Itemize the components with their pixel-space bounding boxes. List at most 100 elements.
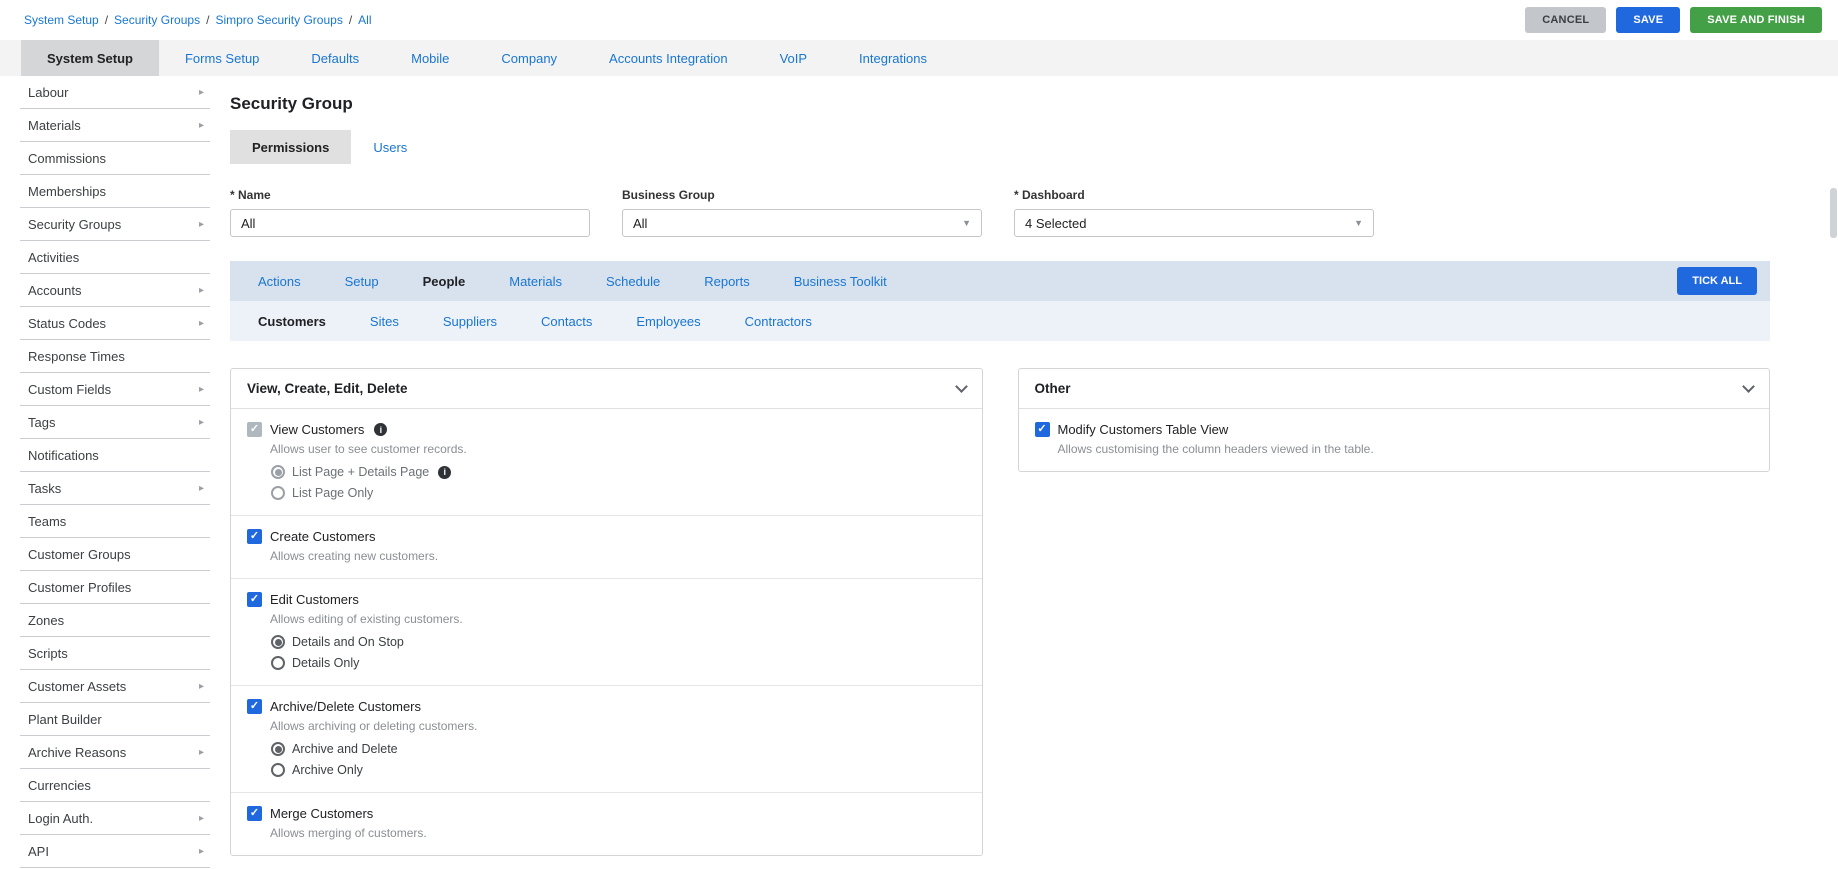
tab-schedule[interactable]: Schedule (584, 261, 682, 301)
sidebar-item-customer-assets[interactable]: Customer Assets ▸ (20, 670, 210, 703)
cancel-button[interactable]: CANCEL (1525, 7, 1606, 33)
tab-users[interactable]: Users (351, 130, 429, 164)
info-icon[interactable]: i (374, 423, 387, 436)
save-button[interactable]: SAVE (1616, 7, 1680, 33)
radio-label: List Page + Details Page (292, 465, 429, 479)
dashboard-select[interactable]: 4 Selected ▼ (1014, 209, 1374, 237)
business-group-selected-value: All (633, 216, 647, 231)
top-header: System Setup / Security Groups / Simpro … (0, 0, 1838, 40)
tick-all-button[interactable]: TICK ALL (1677, 267, 1757, 295)
sidebar-item-status-codes[interactable]: Status Codes ▸ (20, 307, 210, 340)
sidebar-item-login-auth[interactable]: Login Auth. ▸ (20, 802, 210, 835)
sidebar-item-archive-reasons[interactable]: Archive Reasons ▸ (20, 736, 210, 769)
chevron-right-icon: ▸ (199, 120, 204, 131)
breadcrumb-link-security-groups[interactable]: Security Groups (114, 13, 200, 27)
checkbox-merge-customers[interactable] (247, 806, 262, 821)
archive-delete-options: Archive and Delete Archive Only (271, 742, 966, 777)
sidebar-item-security-groups[interactable]: Security Groups ▸ (20, 208, 210, 241)
radio-archive-only[interactable] (271, 763, 285, 777)
sidebar-item-label: Plant Builder (28, 712, 102, 727)
checkbox-create-customers[interactable] (247, 529, 262, 544)
breadcrumb-link-simpro-security-groups[interactable]: Simpro Security Groups (215, 13, 342, 27)
chevron-right-icon: ▸ (199, 483, 204, 494)
tab-reports[interactable]: Reports (682, 261, 772, 301)
sidebar-item-label: Currencies (28, 778, 91, 793)
radio-label: Details and On Stop (292, 635, 404, 649)
tab-integrations[interactable]: Integrations (833, 40, 953, 76)
permission-item-merge-customers: Merge Customers Allows merging of custom… (231, 793, 982, 855)
tab-defaults[interactable]: Defaults (285, 40, 385, 76)
tab-contractors[interactable]: Contractors (723, 301, 834, 341)
sidebar-item-notifications[interactable]: Notifications (20, 439, 210, 472)
sidebar-item-activities[interactable]: Activities (20, 241, 210, 274)
tab-suppliers[interactable]: Suppliers (421, 301, 519, 341)
radio-list-page-only[interactable] (271, 486, 285, 500)
business-group-select[interactable]: All ▼ (622, 209, 982, 237)
breadcrumb: System Setup / Security Groups / Simpro … (24, 13, 372, 27)
tab-sites[interactable]: Sites (348, 301, 421, 341)
sidebar-item-api[interactable]: API ▸ (20, 835, 210, 868)
radio-label: Details Only (292, 656, 359, 670)
panel-header-other[interactable]: Other (1019, 369, 1770, 409)
tab-materials[interactable]: Materials (487, 261, 584, 301)
sidebar-item-tags[interactable]: Tags ▸ (20, 406, 210, 439)
checkbox-edit-customers[interactable] (247, 592, 262, 607)
chevron-down-icon (1742, 380, 1755, 393)
tab-company[interactable]: Company (475, 40, 583, 76)
permission-description: Allows user to see customer records. (270, 442, 966, 456)
tab-contacts[interactable]: Contacts (519, 301, 614, 341)
sidebar-item-customer-profiles[interactable]: Customer Profiles (20, 571, 210, 604)
sidebar-item-label: Customer Assets (28, 679, 126, 694)
sidebar-item-teams[interactable]: Teams (20, 505, 210, 538)
sidebar-item-label: Labour (28, 85, 68, 100)
sidebar-item-accounts[interactable]: Accounts ▸ (20, 274, 210, 307)
sidebar-item-materials[interactable]: Materials ▸ (20, 109, 210, 142)
sidebar-item-plant-builder[interactable]: Plant Builder (20, 703, 210, 736)
radio-details-and-on-stop[interactable] (271, 635, 285, 649)
tab-business-toolkit[interactable]: Business Toolkit (772, 261, 909, 301)
tab-mobile[interactable]: Mobile (385, 40, 475, 76)
tab-customers[interactable]: Customers (236, 301, 348, 341)
tab-forms-setup[interactable]: Forms Setup (159, 40, 285, 76)
breadcrumb-link-system-setup[interactable]: System Setup (24, 13, 99, 27)
sidebar-item-response-times[interactable]: Response Times (20, 340, 210, 373)
sidebar-item-tasks[interactable]: Tasks ▸ (20, 472, 210, 505)
save-and-finish-button[interactable]: SAVE AND FINISH (1690, 7, 1822, 33)
permission-description: Allows archiving or deleting customers. (270, 719, 966, 733)
panel-header-view-create-edit-delete[interactable]: View, Create, Edit, Delete (231, 369, 982, 409)
checkbox-view-customers[interactable] (247, 422, 262, 437)
sidebar-item-custom-fields[interactable]: Custom Fields ▸ (20, 373, 210, 406)
checkbox-archive-delete-customers[interactable] (247, 699, 262, 714)
radio-details-only[interactable] (271, 656, 285, 670)
tab-voip[interactable]: VoIP (754, 40, 833, 76)
sidebar-item-label: Accounts (28, 283, 81, 298)
permission-panels: View, Create, Edit, Delete View Customer… (230, 368, 1770, 856)
chevron-right-icon: ▸ (199, 87, 204, 98)
sidebar-item-currencies[interactable]: Currencies (20, 769, 210, 802)
checkbox-modify-customers-table-view[interactable] (1035, 422, 1050, 437)
radio-list-page-details-page[interactable] (271, 465, 285, 479)
sidebar-item-customer-groups[interactable]: Customer Groups (20, 538, 210, 571)
sidebar-item-zones[interactable]: Zones (20, 604, 210, 637)
tab-system-setup[interactable]: System Setup (21, 40, 159, 76)
tab-people[interactable]: People (401, 261, 488, 301)
tab-employees[interactable]: Employees (614, 301, 722, 341)
dashboard-selected-value: 4 Selected (1025, 216, 1086, 231)
info-icon[interactable]: i (438, 466, 451, 479)
name-input[interactable] (230, 209, 590, 237)
tab-accounts-integration[interactable]: Accounts Integration (583, 40, 754, 76)
tab-permissions[interactable]: Permissions (230, 130, 351, 164)
tab-actions[interactable]: Actions (236, 261, 323, 301)
scrollbar-thumb[interactable] (1830, 188, 1837, 238)
tab-setup[interactable]: Setup (323, 261, 401, 301)
sidebar-item-memberships[interactable]: Memberships (20, 175, 210, 208)
sidebar-item-label: Memberships (28, 184, 106, 199)
breadcrumb-link-all[interactable]: All (358, 13, 371, 27)
dashboard-label: * Dashboard (1014, 188, 1374, 202)
sidebar-item-scripts[interactable]: Scripts (20, 637, 210, 670)
radio-archive-and-delete[interactable] (271, 742, 285, 756)
business-group-field-group: Business Group All ▼ (622, 188, 982, 237)
sidebar-item-commissions[interactable]: Commissions (20, 142, 210, 175)
sidebar-item-labour[interactable]: Labour ▸ (20, 76, 210, 109)
chevron-right-icon: ▸ (199, 384, 204, 395)
